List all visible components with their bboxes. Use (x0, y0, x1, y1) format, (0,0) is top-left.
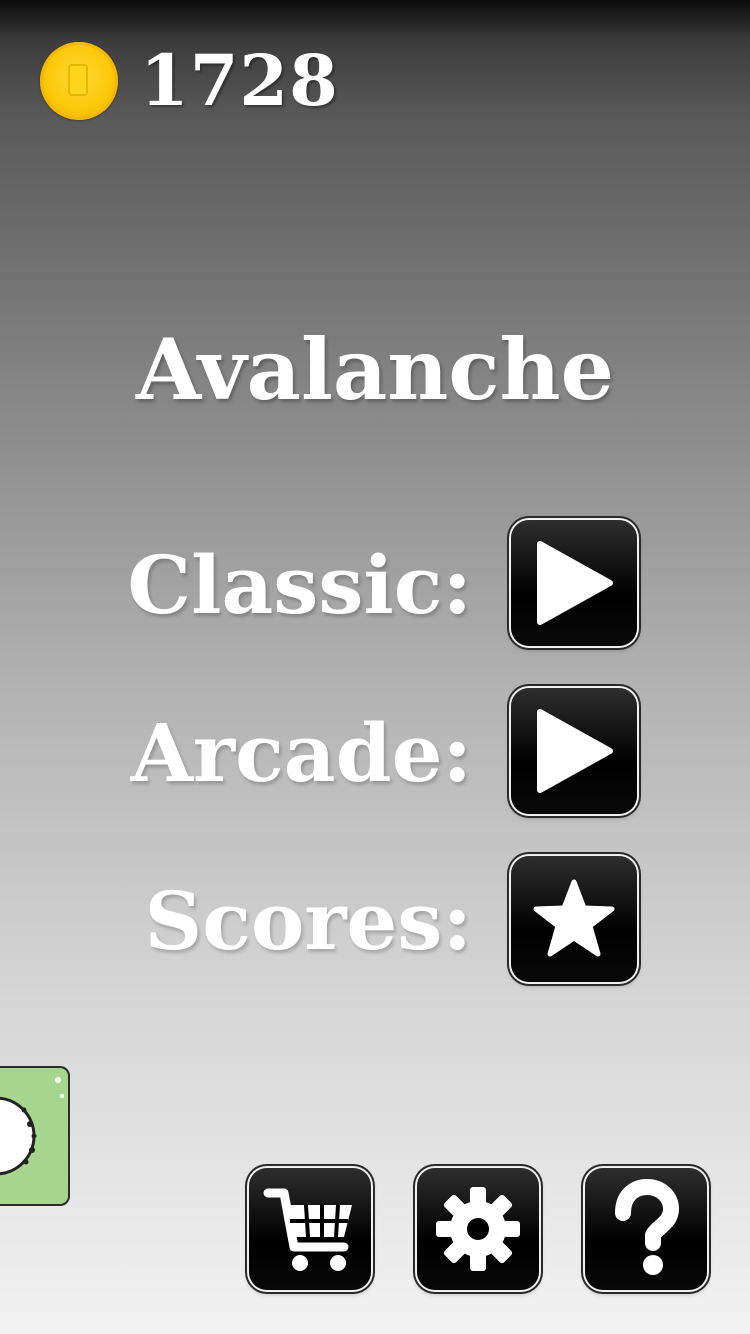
settings-button[interactable] (417, 1168, 539, 1290)
gear-icon (436, 1187, 520, 1271)
scores-label: Scores: (144, 874, 472, 968)
play-icon (537, 541, 613, 625)
ring-icon (0, 1077, 64, 1176)
star-icon (533, 879, 615, 957)
classic-label: Classic: (127, 538, 472, 632)
coin-count: 1728 (140, 39, 339, 122)
scores-button[interactable] (511, 856, 637, 982)
arcade-play-button[interactable] (511, 688, 637, 814)
coin-icon (40, 42, 118, 120)
promo-badge[interactable] (0, 1066, 70, 1206)
question-mark-icon (615, 1179, 679, 1275)
arcade-label: Arcade: (130, 706, 472, 800)
shopping-cart-icon (263, 1188, 352, 1271)
help-button[interactable] (585, 1168, 707, 1290)
play-icon (537, 709, 613, 793)
shop-button[interactable] (249, 1168, 371, 1290)
classic-play-button[interactable] (511, 520, 637, 646)
game-title: Avalanche (135, 320, 615, 419)
